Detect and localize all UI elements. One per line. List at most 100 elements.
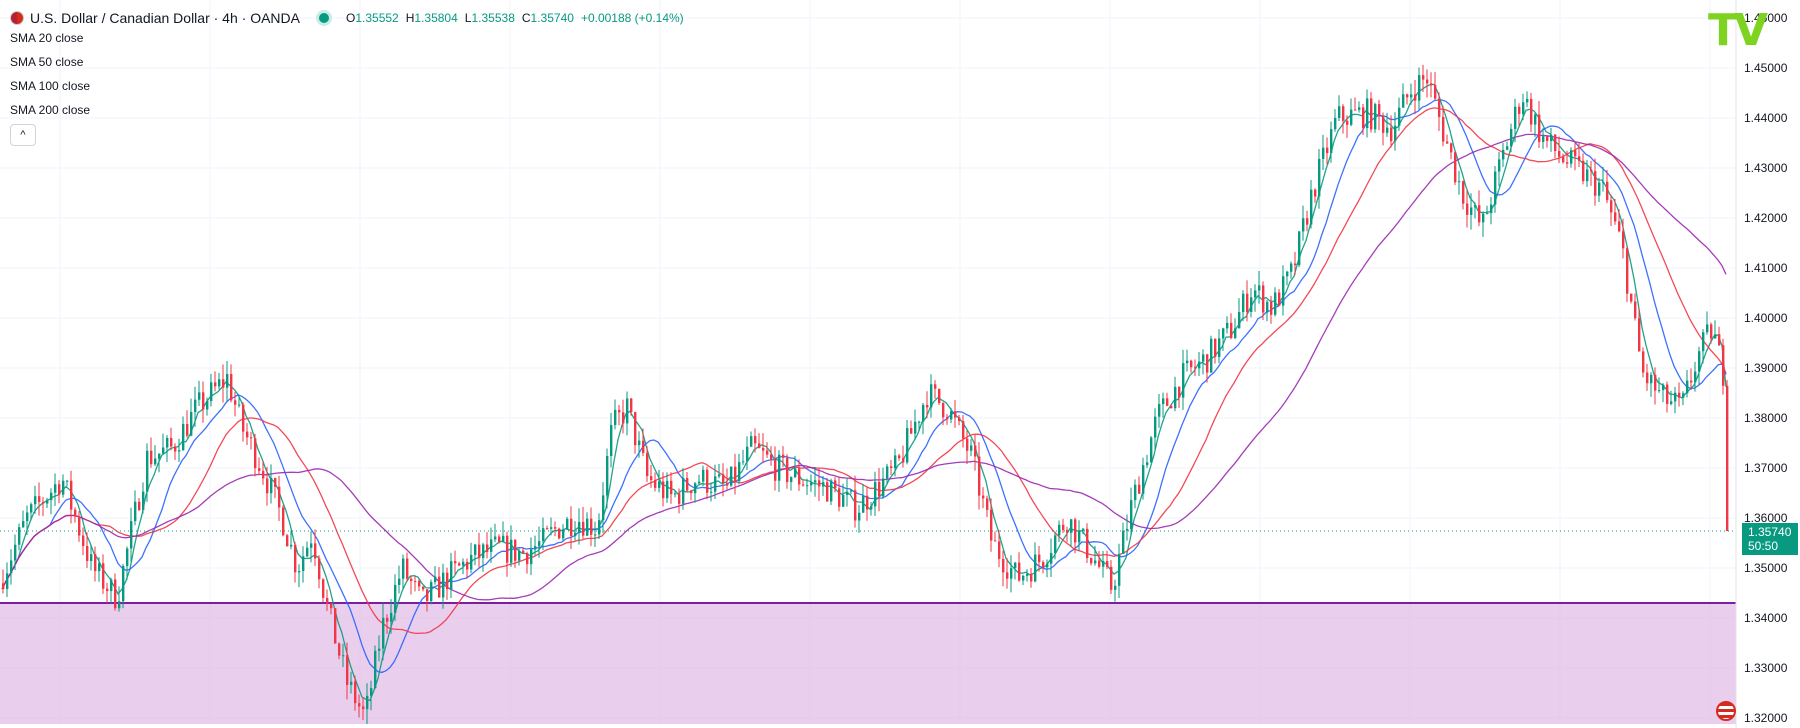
- candle-body: [526, 553, 529, 565]
- candle: [494, 523, 497, 543]
- candle-body: [1166, 398, 1169, 406]
- candle-body: [1010, 568, 1013, 579]
- candle: [1550, 127, 1553, 152]
- candle: [398, 565, 401, 594]
- y-tick-label: 1.40000: [1744, 311, 1788, 325]
- candle-body: [154, 458, 157, 465]
- candle-body: [826, 482, 829, 502]
- last-price-value: 1.35740: [1748, 525, 1792, 539]
- candle: [414, 576, 417, 592]
- candle-body: [1022, 575, 1025, 581]
- candle: [1626, 246, 1629, 303]
- symbol-header: U.S. Dollar / Canadian Dollar · 4h · OAN…: [10, 9, 684, 26]
- collapse-legend-button[interactable]: ^: [10, 124, 36, 146]
- candle-body: [1634, 301, 1637, 319]
- candle: [1018, 552, 1021, 582]
- candle: [438, 567, 441, 598]
- candle: [1358, 101, 1361, 113]
- candle: [1486, 205, 1489, 215]
- candle-body: [782, 454, 785, 458]
- ohlc-open: O1.35552: [346, 10, 399, 25]
- candle-body: [478, 544, 481, 558]
- candle: [1514, 98, 1517, 143]
- candle-body: [882, 478, 885, 497]
- candle-body: [1346, 120, 1349, 125]
- candle-body: [554, 527, 557, 529]
- candle: [78, 511, 81, 542]
- candle-body: [338, 643, 341, 656]
- candle: [730, 466, 733, 488]
- candle: [1214, 338, 1217, 364]
- candle: [586, 512, 589, 537]
- candle-body: [974, 445, 977, 457]
- candle-body: [326, 597, 329, 604]
- indicator-sma20[interactable]: SMA 20 close: [10, 26, 684, 50]
- candle: [1534, 112, 1537, 137]
- candle: [1342, 104, 1345, 134]
- candle-body: [1086, 528, 1089, 559]
- candle-body: [1046, 563, 1049, 568]
- indicator-sma100[interactable]: SMA 100 close: [10, 74, 684, 98]
- symbol-title[interactable]: U.S. Dollar / Canadian Dollar · 4h · OAN…: [30, 10, 300, 26]
- candle: [1670, 390, 1673, 406]
- y-tick-label: 1.45000: [1744, 61, 1788, 75]
- candle-body: [534, 546, 537, 550]
- candle-body: [370, 688, 373, 696]
- candle: [18, 523, 21, 551]
- candle-body: [174, 446, 177, 452]
- candle: [1142, 457, 1145, 500]
- candle-body: [426, 589, 429, 602]
- candle-body: [630, 398, 633, 413]
- candle: [1010, 555, 1013, 593]
- candle: [434, 566, 437, 585]
- candle-body: [290, 544, 293, 547]
- candle-body: [1158, 404, 1161, 417]
- candle-body: [838, 488, 841, 507]
- candle: [410, 575, 413, 595]
- candle-body: [1154, 416, 1157, 438]
- candle-body: [310, 543, 313, 548]
- indicator-sma50[interactable]: SMA 50 close: [10, 50, 684, 74]
- candle: [1298, 230, 1301, 268]
- candle: [1474, 202, 1477, 219]
- candle-body: [1586, 169, 1589, 182]
- candle-body: [86, 546, 89, 562]
- candle: [106, 582, 109, 604]
- candle-body: [1198, 361, 1201, 369]
- candle-body: [146, 450, 149, 492]
- candle-body: [910, 428, 913, 434]
- candle-body: [730, 466, 733, 486]
- candle-body: [114, 579, 117, 609]
- candle: [1130, 487, 1133, 535]
- candle-body: [1026, 573, 1029, 576]
- candle-body: [1358, 107, 1361, 110]
- candle: [1322, 134, 1325, 170]
- candle: [470, 542, 473, 574]
- candle: [150, 437, 153, 468]
- candle-body: [1706, 324, 1709, 333]
- candle: [874, 471, 877, 516]
- candle: [322, 578, 325, 602]
- indicator-sma200[interactable]: SMA 200 close: [10, 98, 684, 122]
- candle: [982, 487, 985, 509]
- candle-body: [1606, 181, 1609, 201]
- candle-body: [322, 579, 325, 598]
- us-flag-icon[interactable]: [1716, 701, 1736, 721]
- candle: [270, 464, 273, 504]
- candle-body: [70, 480, 73, 510]
- support-zone: [0, 603, 1736, 724]
- candle-body: [518, 550, 521, 561]
- candle-body: [1474, 205, 1477, 208]
- candle: [1182, 349, 1185, 410]
- candle-body: [54, 484, 57, 493]
- candle: [1306, 210, 1309, 232]
- candle: [1594, 158, 1597, 206]
- candle-body: [670, 480, 673, 495]
- candle-body: [582, 521, 585, 536]
- candle: [174, 443, 177, 460]
- candle-body: [1610, 200, 1613, 213]
- candle: [1374, 102, 1377, 133]
- candle: [202, 381, 205, 423]
- candle: [294, 541, 297, 583]
- candle: [1650, 372, 1653, 397]
